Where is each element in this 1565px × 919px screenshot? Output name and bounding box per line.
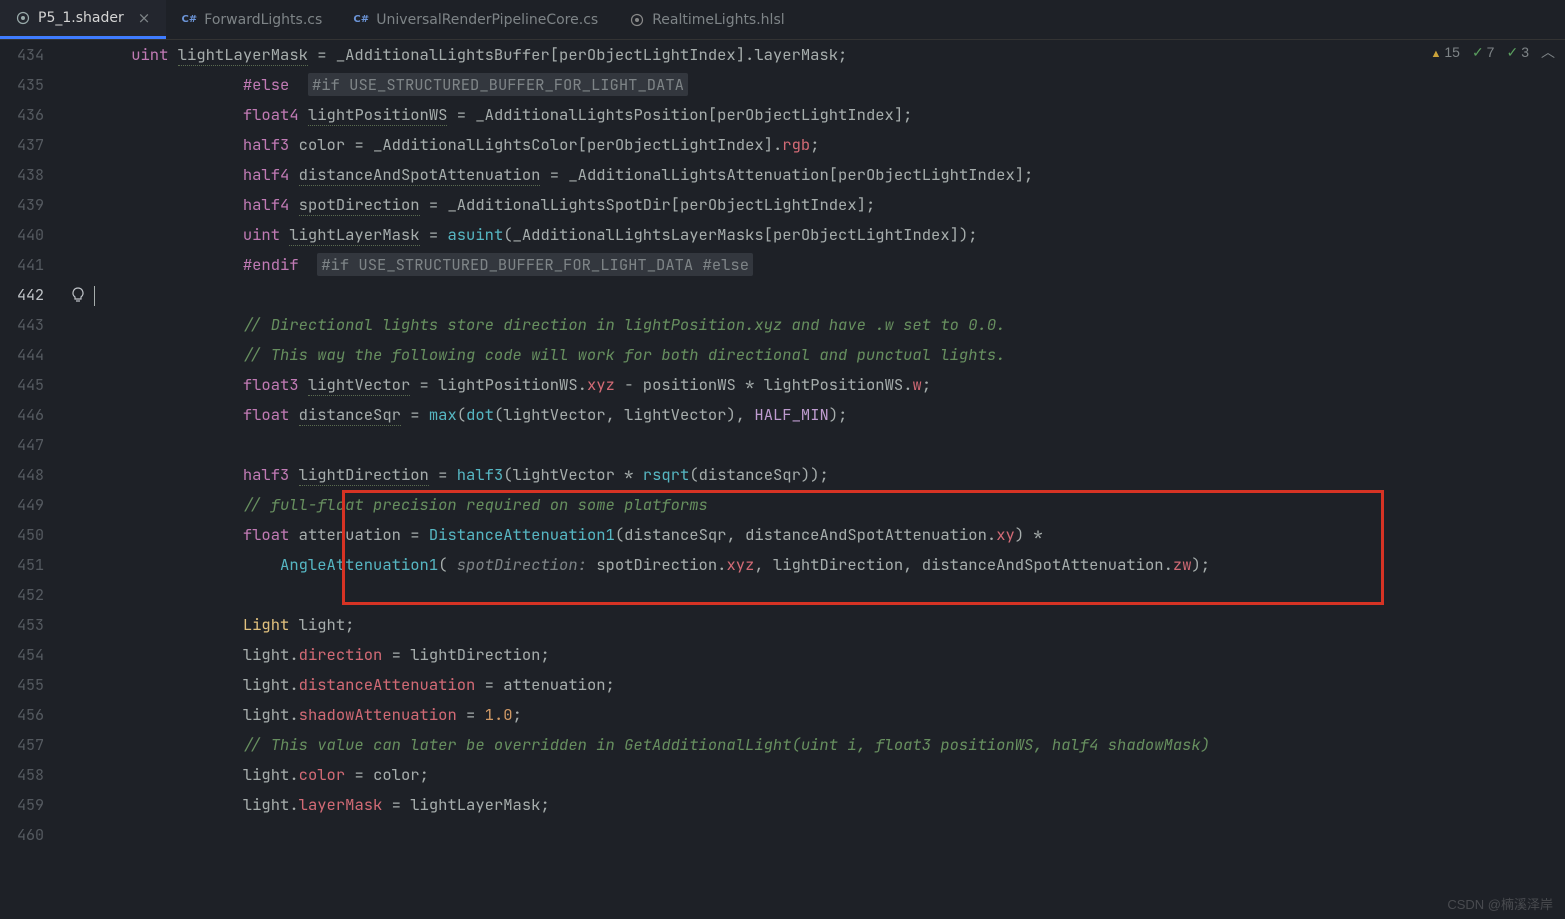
- line-number: 452: [0, 580, 44, 610]
- line-number: 441: [0, 250, 44, 280]
- code-line: [94, 430, 1565, 460]
- line-number: 456: [0, 700, 44, 730]
- line-number: 455: [0, 670, 44, 700]
- code-line: // This value can later be overridden in…: [94, 730, 1565, 760]
- line-number: 438: [0, 160, 44, 190]
- code-line: // full-float precision required on some…: [94, 490, 1565, 520]
- line-number: 437: [0, 130, 44, 160]
- code-line: light.distanceAttenuation = attenuation;: [94, 670, 1565, 700]
- code-line: light.layerMask = lightLayerMask;: [94, 790, 1565, 820]
- line-number: 447: [0, 430, 44, 460]
- tab-forwardlights[interactable]: C# ForwardLights.cs: [166, 0, 338, 39]
- code-line: float4 lightPositionWS = _AdditionalLigh…: [94, 100, 1565, 130]
- line-number: 445: [0, 370, 44, 400]
- line-number: 449: [0, 490, 44, 520]
- shader-file-icon: [16, 11, 30, 25]
- code-line: float3 lightVector = lightPositionWS.xyz…: [94, 370, 1565, 400]
- line-number: 458: [0, 760, 44, 790]
- code-line: [94, 820, 1565, 850]
- tab-bar: P5_1.shader × C# ForwardLights.cs C# Uni…: [0, 0, 1565, 40]
- code-line: light.shadowAttenuation = 1.0;: [94, 700, 1565, 730]
- line-number-gutter: 434 435 436 437 438 439 440 441 442 443 …: [0, 40, 62, 919]
- double-checks-badge[interactable]: 3: [1506, 44, 1529, 61]
- code-line: // This way the following code will work…: [94, 340, 1565, 370]
- line-number: 457: [0, 730, 44, 760]
- line-number: 446: [0, 400, 44, 430]
- code-line: light.direction = lightDirection;: [94, 640, 1565, 670]
- line-number: 454: [0, 640, 44, 670]
- code-line: [94, 280, 1565, 310]
- cursor-icon: [94, 286, 95, 306]
- line-number: 436: [0, 100, 44, 130]
- code-area[interactable]: uint lightLayerMask = _AdditionalLightsB…: [94, 40, 1565, 919]
- tab-label: RealtimeLights.hlsl: [652, 12, 784, 28]
- editor[interactable]: 434 435 436 437 438 439 440 441 442 443 …: [0, 40, 1565, 919]
- csharp-file-icon: C#: [354, 13, 368, 27]
- line-number: 435: [0, 70, 44, 100]
- tab-label: P5_1.shader: [38, 10, 124, 26]
- tab-label: UniversalRenderPipelineCore.cs: [376, 12, 598, 28]
- code-line: #endif #if USE_STRUCTURED_BUFFER_FOR_LIG…: [94, 250, 1565, 280]
- code-line: float attenuation = DistanceAttenuation1…: [94, 520, 1565, 550]
- line-number: 450: [0, 520, 44, 550]
- line-number: 448: [0, 460, 44, 490]
- line-number: 451: [0, 550, 44, 580]
- code-line: light.color = color;: [94, 760, 1565, 790]
- tab-label: ForwardLights.cs: [204, 12, 322, 28]
- line-number: 440: [0, 220, 44, 250]
- code-line: #else #if USE_STRUCTURED_BUFFER_FOR_LIGH…: [94, 70, 1565, 100]
- warnings-badge[interactable]: 15: [1430, 44, 1459, 60]
- code-line: uint lightLayerMask = asuint(_Additional…: [94, 220, 1565, 250]
- line-number: 453: [0, 610, 44, 640]
- inspection-status[interactable]: 15 7 3 ︿: [1430, 42, 1555, 62]
- csharp-file-icon: C#: [182, 13, 196, 27]
- code-line: half3 lightDirection = half3(lightVector…: [94, 460, 1565, 490]
- line-number: 443: [0, 310, 44, 340]
- line-number: 442: [0, 280, 44, 310]
- gutter-extras: [62, 40, 94, 919]
- code-line: float distanceSqr = max(dot(lightVector,…: [94, 400, 1565, 430]
- tab-urp-core[interactable]: C# UniversalRenderPipelineCore.cs: [338, 0, 614, 39]
- lightbulb-icon[interactable]: [62, 280, 94, 310]
- chevron-up-icon[interactable]: ︿: [1541, 42, 1555, 62]
- code-line: half3 color = _AdditionalLightsColor[per…: [94, 130, 1565, 160]
- watermark: CSDN @楠溪泽岸: [1447, 894, 1553, 913]
- code-line: // Directional lights store direction in…: [94, 310, 1565, 340]
- checks-badge[interactable]: 7: [1472, 44, 1495, 61]
- line-number: 459: [0, 790, 44, 820]
- close-icon[interactable]: ×: [138, 9, 151, 27]
- code-line: half4 distanceAndSpotAttenuation = _Addi…: [94, 160, 1565, 190]
- code-line: [94, 580, 1565, 610]
- tab-p5-shader[interactable]: P5_1.shader ×: [0, 0, 166, 39]
- shader-file-icon: [630, 13, 644, 27]
- code-line: AngleAttenuation1( spotDirection: spotDi…: [94, 550, 1565, 580]
- line-number: 439: [0, 190, 44, 220]
- code-line: Light light;: [94, 610, 1565, 640]
- line-number: 444: [0, 340, 44, 370]
- line-number: 460: [0, 820, 44, 850]
- code-line: uint lightLayerMask = _AdditionalLightsB…: [94, 40, 1565, 70]
- code-line: half4 spotDirection = _AdditionalLightsS…: [94, 190, 1565, 220]
- line-number: 434: [0, 40, 44, 70]
- tab-realtimelights[interactable]: RealtimeLights.hlsl: [614, 0, 800, 39]
